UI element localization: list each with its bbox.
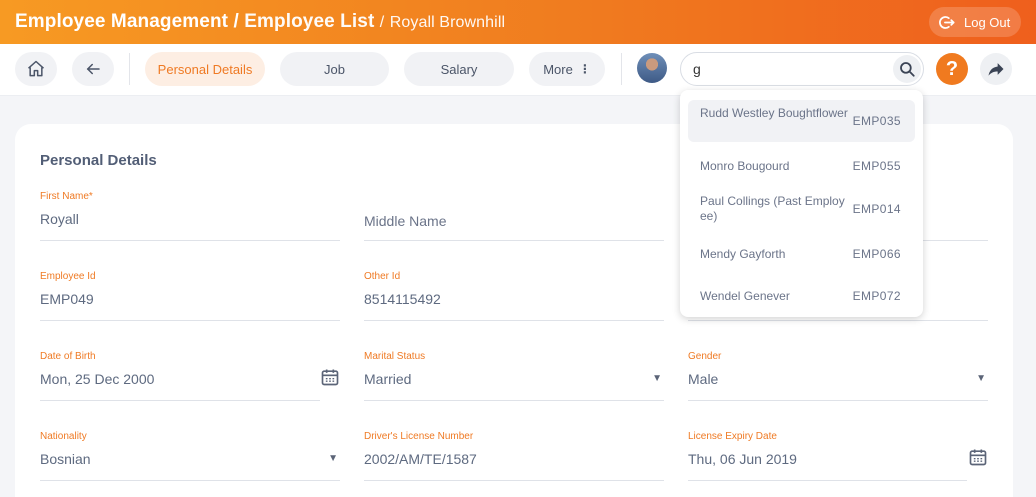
result-name: Monro Bougourd: [700, 159, 790, 173]
toolbar-divider: [129, 53, 130, 85]
date-of-birth-label: Date of Birth: [40, 351, 96, 362]
help-icon: ?: [945, 57, 959, 80]
field-underline: [40, 400, 320, 401]
breadcrumb-separator: /: [233, 11, 239, 32]
result-name: Rudd Westley Boughtflower: [700, 106, 848, 120]
tab-more-label: More: [543, 61, 573, 77]
result-id: EMP066: [852, 247, 901, 261]
marital-status-value[interactable]: Married: [364, 371, 411, 387]
field-underline: [688, 480, 967, 481]
field-underline: [364, 400, 664, 401]
tab-more[interactable]: More ⋮: [529, 52, 605, 86]
search-results-dropdown: Rudd Westley Boughtflower EMP035 Monro B…: [680, 90, 923, 317]
other-id-value[interactable]: 8514115492: [364, 291, 441, 307]
tab-job[interactable]: Job: [280, 52, 389, 86]
arrow-left-icon: [86, 63, 100, 75]
drivers-license-value[interactable]: 2002/AM/TE/1587: [364, 451, 477, 467]
marital-status-label: Marital Status: [364, 351, 426, 362]
result-name: Mendy Gayforth: [700, 247, 786, 261]
breadcrumb-current: Royall Brownhill: [389, 14, 506, 31]
license-expiry-label: License Expiry Date: [688, 431, 777, 442]
field-underline: [364, 320, 664, 321]
result-id: EMP055: [852, 159, 901, 173]
search-result-item[interactable]: Wendel Genever EMP072: [688, 278, 915, 314]
result-name: Paul Collings (Past Employee): [700, 194, 845, 223]
search-result-item[interactable]: Rudd Westley Boughtflower EMP035: [688, 100, 915, 142]
field-underline: [40, 320, 340, 321]
home-button[interactable]: [15, 52, 57, 86]
other-id-label: Other Id: [364, 271, 401, 282]
search-icon: [900, 62, 915, 77]
search-button[interactable]: [893, 55, 921, 83]
first-name-label: First Name*: [40, 191, 93, 202]
result-name: Wendel Genever: [700, 289, 790, 303]
drivers-license-label: Driver's License Number: [364, 431, 474, 442]
employee-id-value[interactable]: EMP049: [40, 291, 94, 307]
share-arrow-icon: [988, 63, 1004, 76]
field-underline: [364, 240, 664, 241]
result-id: EMP014: [852, 202, 901, 216]
tab-salary[interactable]: Salary: [404, 52, 514, 86]
more-vertical-icon: ⋮: [578, 62, 591, 76]
logout-button[interactable]: Log Out: [929, 7, 1021, 37]
breadcrumb-separator: /: [379, 14, 385, 31]
search-result-item[interactable]: Mendy Gayforth EMP066: [688, 236, 915, 272]
nationality-value[interactable]: Bosnian: [40, 451, 91, 467]
search-input[interactable]: [693, 61, 873, 77]
top-header: Employee Management / Employee List / Ro…: [0, 0, 1036, 44]
back-button[interactable]: [72, 52, 114, 86]
caret-down-icon[interactable]: ▼: [976, 373, 986, 384]
first-name-value[interactable]: Royall: [40, 211, 79, 227]
home-icon: [28, 60, 44, 77]
breadcrumb: Employee Management / Employee List / Ro…: [15, 11, 505, 33]
share-button[interactable]: [980, 53, 1012, 85]
caret-down-icon[interactable]: ▼: [328, 453, 338, 464]
caret-down-icon[interactable]: ▼: [652, 373, 662, 384]
tab-personal-details[interactable]: Personal Details: [145, 52, 265, 86]
license-expiry-value[interactable]: Thu, 06 Jun 2019: [688, 451, 797, 467]
middle-name-placeholder[interactable]: Middle Name: [364, 213, 446, 229]
employee-id-label: Employee Id: [40, 271, 96, 282]
employee-search[interactable]: [680, 52, 924, 86]
logout-label: Log Out: [964, 14, 1011, 30]
gender-label: Gender: [688, 351, 722, 362]
avatar[interactable]: [637, 53, 667, 83]
field-underline: [40, 240, 340, 241]
calendar-icon[interactable]: [320, 367, 340, 387]
field-underline: [40, 480, 340, 481]
gender-value[interactable]: Male: [688, 371, 718, 387]
calendar-icon[interactable]: [968, 447, 988, 467]
breadcrumb-employee-list[interactable]: Employee List: [244, 11, 374, 32]
search-result-item[interactable]: Paul Collings (Past Employee) EMP014: [688, 188, 915, 230]
nationality-label: Nationality: [40, 431, 87, 442]
field-underline: [364, 480, 664, 481]
search-result-item[interactable]: Monro Bougourd EMP055: [688, 148, 915, 184]
toolbar-divider: [621, 53, 622, 85]
section-title: Personal Details: [40, 152, 157, 169]
logout-icon: [939, 15, 955, 29]
date-of-birth-value[interactable]: Mon, 25 Dec 2000: [40, 371, 154, 387]
field-underline: [688, 400, 988, 401]
help-button[interactable]: ?: [936, 53, 968, 85]
result-id: EMP072: [852, 289, 901, 303]
field-underline: [688, 320, 988, 321]
result-id: EMP035: [852, 114, 901, 128]
module-title: Employee Management: [15, 11, 229, 32]
